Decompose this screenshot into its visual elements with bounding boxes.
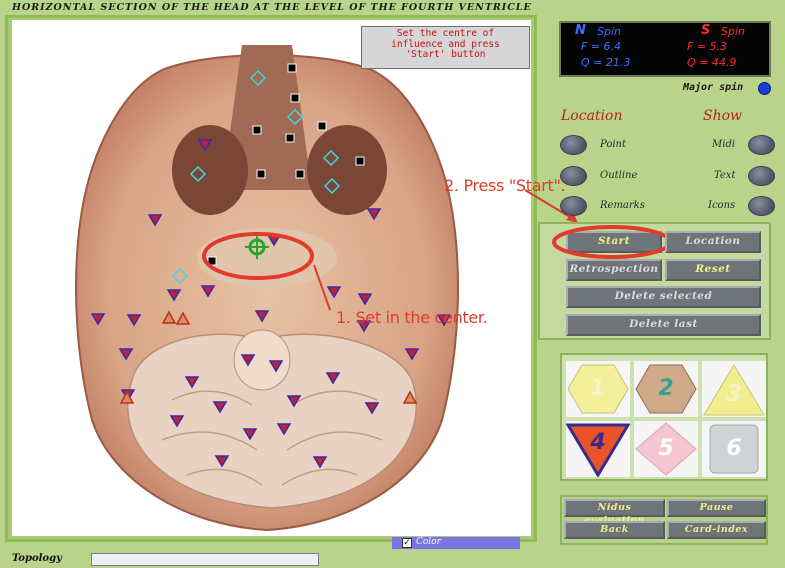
location-point-toggle[interactable] [560,135,587,155]
symbol-4-label: 4 [590,430,606,455]
topology-progress-bar [91,553,319,566]
symbol-palette: 1 2 3 4 5 6 [560,353,768,481]
symbol-1-tile[interactable]: 1 [566,361,630,417]
instruction-line-3: 'Start' button [405,49,486,60]
delete-last-button[interactable]: Delete last [566,314,761,336]
annotation-step-1: 1. Set in the center. [336,308,488,327]
location-outline-label: Outline [600,170,638,181]
symbol-5-label: 5 [658,436,674,461]
left-sinus [172,125,248,215]
south-q-value: Q = 44.9 [687,56,737,69]
symbol-3-label: 3 [726,382,742,407]
north-q-value: Q = 21.3 [581,56,631,69]
north-label: N [575,23,586,38]
location-heading: Location [561,108,623,124]
spin-display-panel: N Spin F = 6.4 Q = 21.3 S Spin F = 5.3 Q… [559,21,771,77]
symbol-6-label: 6 [726,436,742,461]
north-f-value: F = 6.4 [581,40,622,53]
symbol-1-label: 1 [590,376,606,401]
back-button[interactable]: Back [564,521,665,539]
show-icons-label: Icons [708,200,736,211]
color-label: Color [416,537,441,547]
location-remarks-label: Remarks [600,200,645,211]
marker-square-icon[interactable] [295,169,305,179]
marker-square-icon[interactable] [287,63,297,73]
anatomy-image-panel[interactable] [12,20,531,536]
show-icons-toggle[interactable] [748,196,775,216]
marker-square-icon[interactable] [355,156,365,166]
show-heading: Show [703,108,743,124]
symbol-5-tile[interactable]: 5 [634,421,698,477]
card-index-button[interactable]: Card-index [667,521,766,539]
symbol-3-tile[interactable]: 3 [702,361,766,417]
location-point-label: Point [600,139,627,150]
show-text-toggle[interactable] [748,166,775,186]
instruction-box: Set the centre of influence and press 'S… [361,26,530,69]
symbol-2-label: 2 [658,376,674,401]
brainstem [233,329,291,391]
pause-button[interactable]: Pause [667,499,766,517]
symbol-6-tile[interactable]: 6 [702,421,766,477]
instruction-line-1: Set the centre of [396,28,495,39]
south-label: S [701,23,711,38]
start-highlight-ellipse [552,225,672,259]
page-title: HORIZONTAL SECTION OF THE HEAD AT THE LE… [12,2,532,13]
marker-square-icon[interactable] [252,125,262,135]
head-section-image[interactable] [12,20,531,536]
nidus-evaluation-button[interactable]: Nidus evaluation [564,499,665,526]
reset-button[interactable]: Reset [665,259,761,281]
show-midi-toggle[interactable] [748,135,775,155]
south-f-value: F = 5.3 [687,40,728,53]
symbol-4-tile[interactable]: 4 [565,421,631,478]
location-button[interactable]: Location [665,231,761,253]
marker-square-icon[interactable] [256,169,266,179]
show-midi-label: Midi [712,139,736,150]
show-text-label: Text [714,170,736,181]
right-sinus [307,125,387,215]
marker-square-icon[interactable] [317,121,327,131]
retrospection-button[interactable]: Retrospection [566,259,662,281]
symbol-2-tile[interactable]: 2 [634,361,698,417]
color-checkbox[interactable]: ✓ [402,538,412,548]
marker-square-icon[interactable] [285,133,295,143]
location-outline-toggle[interactable] [560,166,587,186]
marker-square-icon[interactable] [290,93,300,103]
north-unit: Spin [597,25,621,38]
location-remarks-toggle[interactable] [560,196,587,216]
topology-label: Topology [12,553,62,564]
south-unit: Spin [721,25,745,38]
major-spin-indicator[interactable] [758,82,771,95]
delete-selected-button[interactable]: Delete selected [566,286,761,308]
major-spin-label: Major spin [683,82,744,93]
